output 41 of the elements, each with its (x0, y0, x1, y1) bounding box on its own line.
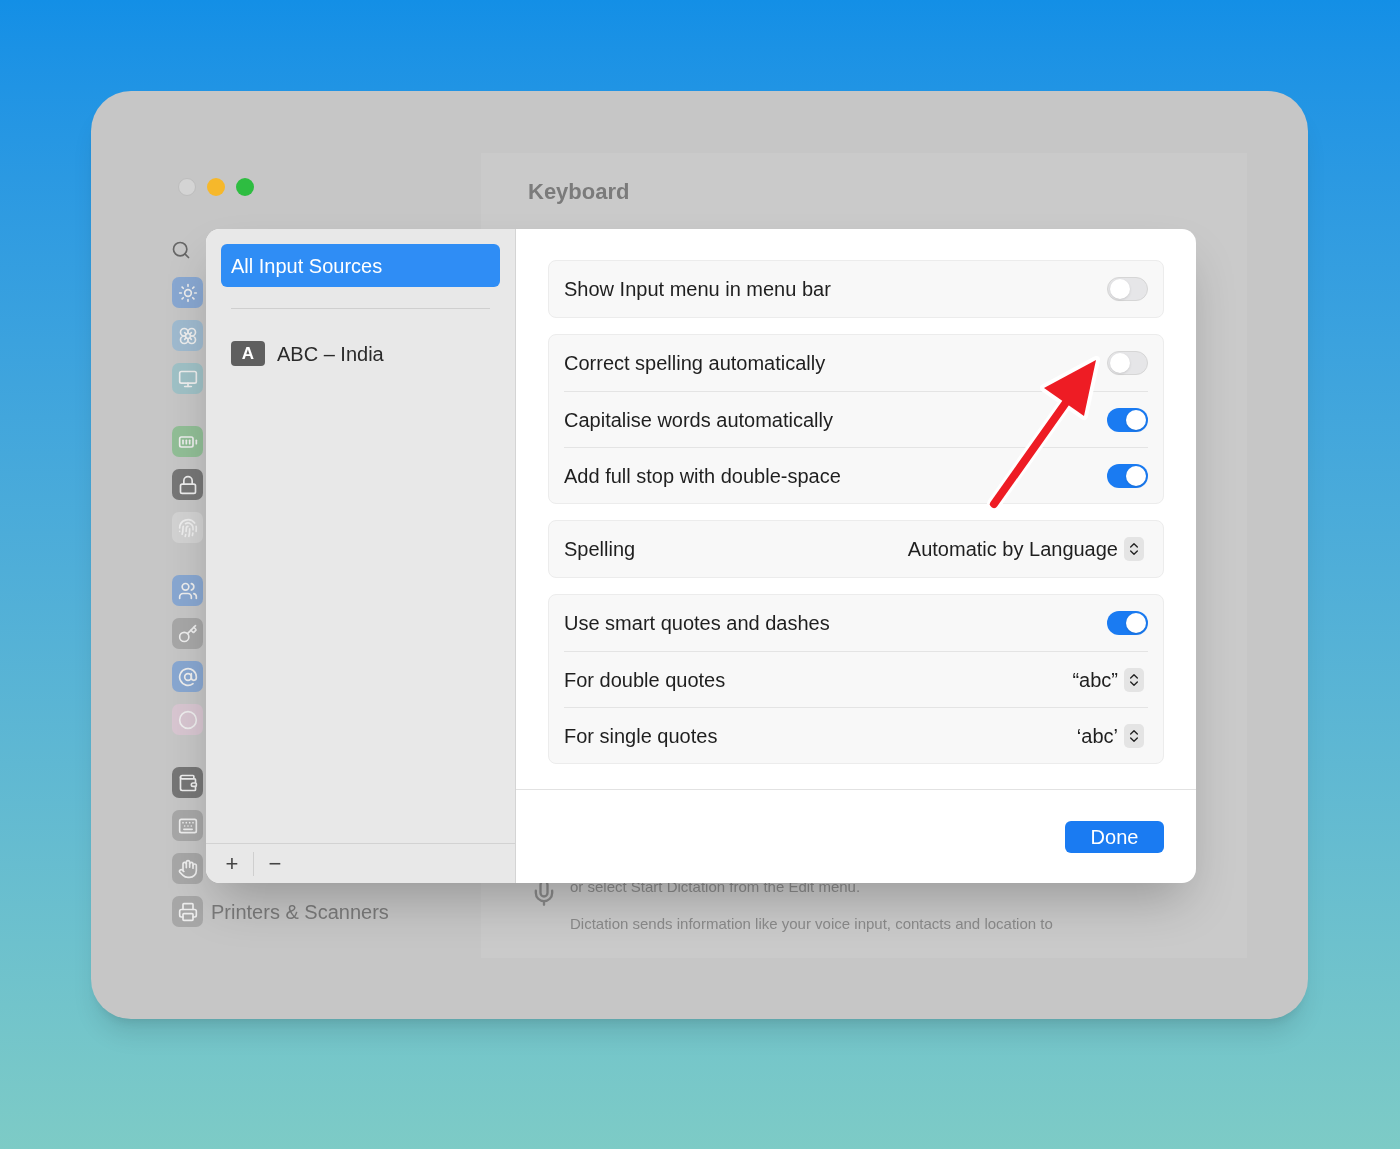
done-button[interactable]: Done (1065, 821, 1164, 853)
hand-icon[interactable] (172, 853, 203, 884)
toggle-switch[interactable] (1107, 463, 1148, 488)
keyboard-icon[interactable] (172, 810, 203, 841)
popup-menu[interactable]: ‘abc’ (1076, 720, 1144, 751)
setting-label: Spelling (564, 537, 636, 562)
wallet-icon[interactable] (172, 767, 203, 798)
printer-icon (172, 896, 203, 927)
toggle-switch[interactable] (1107, 407, 1148, 432)
add-button[interactable]: + (221, 852, 243, 875)
setting-label: Correct spelling automatically (564, 351, 826, 376)
popup-menu[interactable]: Automatic by Language (907, 534, 1144, 564)
letter-badge: A (231, 341, 265, 366)
setting-label: Capitalise words automatically (564, 407, 833, 433)
battery-icon[interactable] (172, 426, 203, 457)
flower-icon[interactable] (172, 320, 203, 351)
users-icon[interactable] (172, 575, 203, 606)
setting-label: For single quotes (564, 723, 718, 749)
window-title: Keyboard (528, 178, 631, 206)
remove-button[interactable]: − (264, 852, 286, 875)
sun-icon[interactable] (172, 277, 203, 308)
search-icon (171, 240, 191, 260)
description-text: Dictation sends information like your voice input, contacts and location to (570, 913, 1053, 934)
setting-label: Show Input menu in menu bar (564, 277, 831, 302)
stepper-icon (1124, 723, 1144, 748)
setting-label: Add full stop with double-space (564, 463, 841, 489)
toggle-switch[interactable] (1107, 351, 1148, 375)
stepper-icon (1124, 537, 1144, 561)
monitor-icon[interactable] (172, 363, 203, 394)
fingerprint-icon[interactable] (172, 512, 203, 543)
lock-icon[interactable] (172, 469, 203, 500)
popup-menu[interactable]: “abc” (1072, 664, 1144, 695)
key-icon[interactable] (172, 618, 203, 649)
source-list-item[interactable]: A ABC – India (221, 332, 500, 375)
stepper-icon (1124, 667, 1144, 692)
toggle-switch[interactable] (1107, 611, 1148, 635)
toggle-switch[interactable] (1107, 277, 1148, 301)
setting-label: Use smart quotes and dashes (564, 611, 830, 636)
at-sign-icon[interactable] (172, 661, 203, 692)
zoom-button[interactable] (236, 178, 254, 196)
setting-label: For double quotes (564, 667, 726, 693)
